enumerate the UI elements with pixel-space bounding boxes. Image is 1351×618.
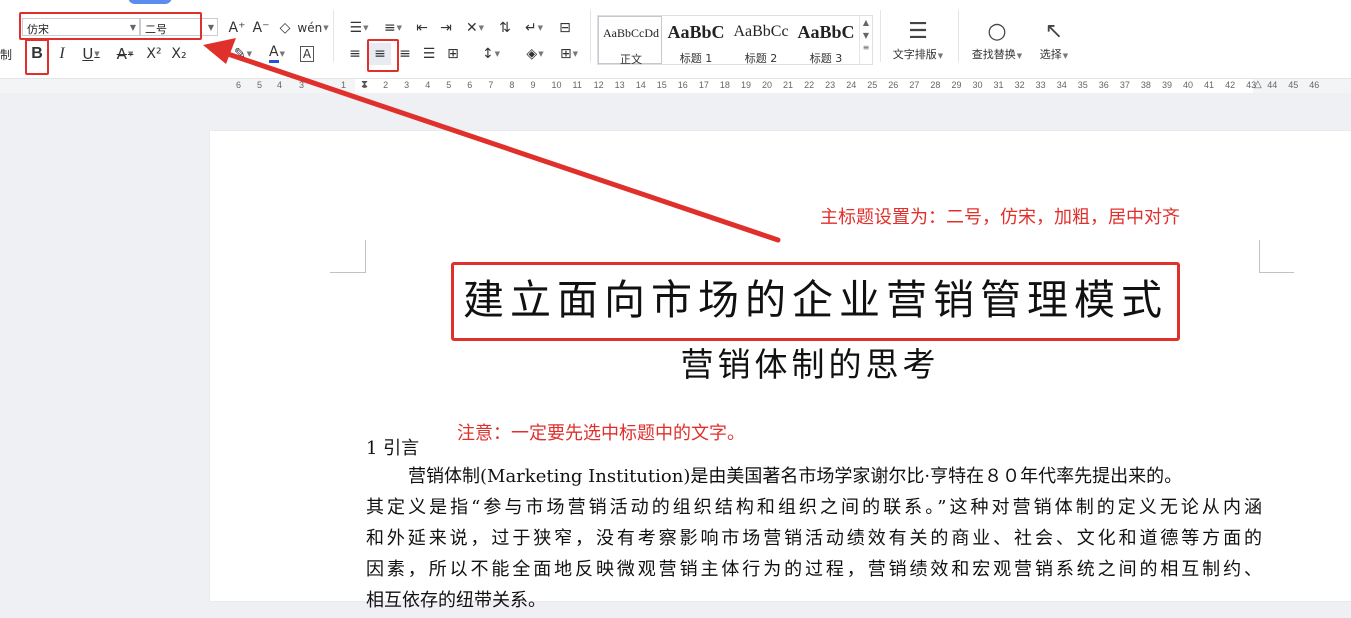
- arrow-line: [219, 49, 781, 243]
- annotation-arrow: [203, 38, 781, 243]
- arrow-head-icon: [203, 38, 236, 64]
